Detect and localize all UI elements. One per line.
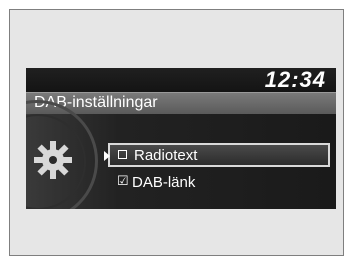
checkbox-empty-icon[interactable] xyxy=(118,150,127,159)
display-screen: 12:34 DAB-inställningar Radiotext ☑ DAB-… xyxy=(26,68,336,209)
menu-item-label: Radiotext xyxy=(134,147,198,164)
clock: 12:34 xyxy=(264,68,326,92)
menu-item-dab-link[interactable]: ☑ DAB-länk xyxy=(108,171,330,195)
selection-pointer-icon xyxy=(104,151,110,161)
checkbox-checked-icon[interactable]: ☑ xyxy=(117,174,129,188)
menu-item-radiotext[interactable]: Radiotext xyxy=(104,143,330,167)
menu-item-label: DAB-länk xyxy=(132,174,196,191)
status-bar: 12:34 xyxy=(26,68,336,92)
menu-area: Radiotext ☑ DAB-länk xyxy=(26,100,336,209)
gear-icon xyxy=(34,141,72,179)
